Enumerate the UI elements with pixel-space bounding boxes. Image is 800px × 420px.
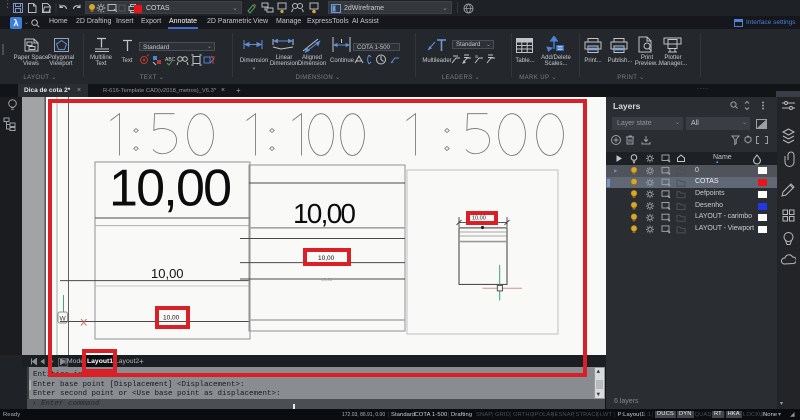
svg-text:ABC: ABC — [165, 57, 176, 63]
svg-text:a: a — [475, 54, 478, 60]
